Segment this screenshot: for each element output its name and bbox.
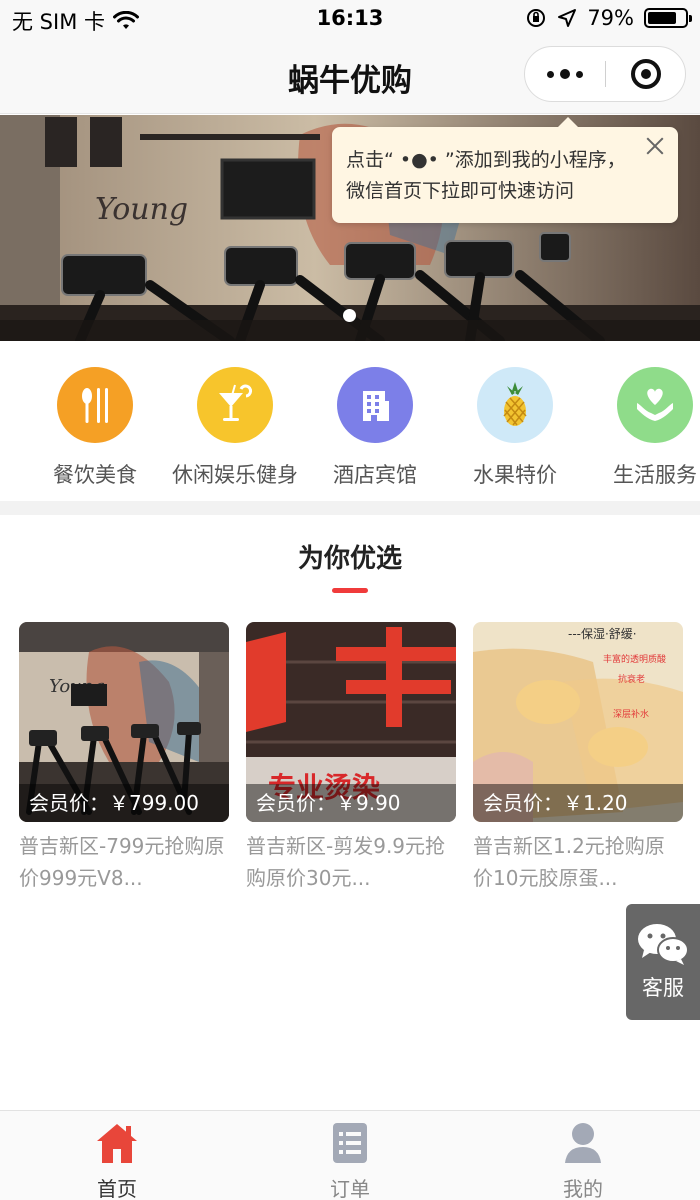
product-image: 专业烫染 会员价：￥9.90 — [246, 622, 456, 822]
wechat-chat-icon — [638, 924, 689, 965]
utensils-icon — [57, 367, 133, 443]
home-icon — [97, 1124, 137, 1163]
miniprogram-capsule — [524, 46, 686, 102]
product-image: ---保湿·舒缓· 丰富的透明质酸 抗衰老 深层补水 会员价：￥1.20 — [473, 622, 683, 822]
target-circle-icon — [630, 59, 661, 89]
close-miniprogram-button[interactable] — [606, 47, 685, 101]
category-fruit[interactable]: 水果特价 — [440, 367, 590, 489]
member-price: 会员价：￥1.20 — [473, 784, 683, 822]
hotel-building-icon — [337, 367, 413, 443]
svg-text:深层补水: 深层补水 — [613, 708, 649, 720]
tab-label: 订单 — [330, 1177, 370, 1200]
svg-text:丰富的透明质酸: 丰富的透明质酸 — [603, 653, 666, 665]
category-leisure-fitness[interactable]: 休闲娱乐健身 — [160, 367, 310, 489]
battery-fill — [648, 12, 677, 24]
cocktail-icon — [197, 367, 273, 443]
status-right: 79% — [525, 6, 692, 30]
tab-home[interactable]: 首页 — [57, 1121, 177, 1200]
product-title: 普吉新区1.2元抢购原价10元胶原蛋... — [473, 834, 665, 890]
status-bar: 无 SIM 卡 16:13 79% — [0, 0, 700, 38]
product-title: 普吉新区-799元抢购原价999元V8... — [19, 834, 225, 890]
category-life-service[interactable]: 生活服务 — [580, 367, 700, 489]
tab-label: 我的 — [563, 1177, 603, 1200]
product-card[interactable]: Young 会员价：￥799.00 普吉新区-799元抢购原价999元V8... — [19, 622, 229, 894]
customer-service-label: 客服 — [642, 976, 684, 1000]
product-card[interactable]: ---保湿·舒缓· 丰富的透明质酸 抗衰老 深层补水 会员价：￥1.20 普吉新… — [473, 622, 683, 894]
pineapple-icon — [477, 367, 553, 443]
category-label: 酒店宾馆 — [333, 463, 417, 487]
svg-text:---保湿·舒缓·: ---保湿·舒缓· — [568, 626, 637, 641]
category-label: 水果特价 — [473, 463, 557, 487]
section-title: 为你优选 — [297, 544, 402, 574]
category-hotel[interactable]: 酒店宾馆 — [300, 367, 450, 489]
tooltip-text: 点击“ •●• ”添加到我的小程序， 微信首页下拉即可快速访问 — [346, 145, 626, 207]
product-title: 普吉新区-剪发9.9元抢购原价30元... — [246, 834, 446, 890]
heart-hands-icon — [617, 367, 693, 443]
product-card[interactable]: 专业烫染 会员价：￥9.90 普吉新区-剪发9.9元抢购原价30元... — [246, 622, 456, 894]
tooltip-line-1: 点击“ •●• ”添加到我的小程序， — [346, 149, 626, 171]
tab-orders[interactable]: 订单 — [290, 1121, 410, 1200]
location-icon — [558, 9, 577, 27]
battery-text: 79% — [587, 6, 634, 30]
order-list-icon — [333, 1123, 367, 1163]
member-price: 会员价：￥9.90 — [246, 784, 456, 822]
section-title-underline — [332, 588, 368, 593]
more-button[interactable] — [525, 47, 605, 101]
category-food[interactable]: 餐饮美食 — [20, 367, 170, 489]
tooltip-close-icon[interactable] — [644, 135, 666, 157]
carousel-indicator-dot — [343, 309, 356, 322]
category-label: 餐饮美食 — [53, 463, 137, 487]
category-label: 生活服务 — [613, 463, 697, 487]
orientation-lock-icon — [527, 9, 546, 27]
member-price: 会员价：￥799.00 — [19, 784, 229, 822]
add-to-miniprogram-tooltip: 点击“ •●• ”添加到我的小程序， 微信首页下拉即可快速访问 — [332, 117, 678, 223]
section-divider — [0, 501, 700, 515]
svg-text:Young: Young — [95, 192, 188, 227]
user-icon — [565, 1123, 601, 1163]
svg-text:抗衰老: 抗衰老 — [618, 673, 645, 685]
tab-mine[interactable]: 我的 — [523, 1121, 643, 1200]
product-image: Young 会员价：￥799.00 — [19, 622, 229, 822]
tab-label: 首页 — [97, 1177, 137, 1200]
battery-icon — [644, 8, 692, 28]
category-grid: 餐饮美食 休闲娱乐健身 酒店宾馆 水果特价 生活服务 — [0, 341, 700, 501]
tab-bar: 首页 订单 我的 — [0, 1110, 700, 1200]
category-label: 休闲娱乐健身 — [172, 463, 298, 487]
customer-service-button[interactable]: 客服 — [626, 904, 700, 1020]
nav-bar: 蜗牛优购 — [0, 38, 700, 114]
tooltip-line-2: 微信首页下拉即可快速访问 — [346, 180, 575, 202]
